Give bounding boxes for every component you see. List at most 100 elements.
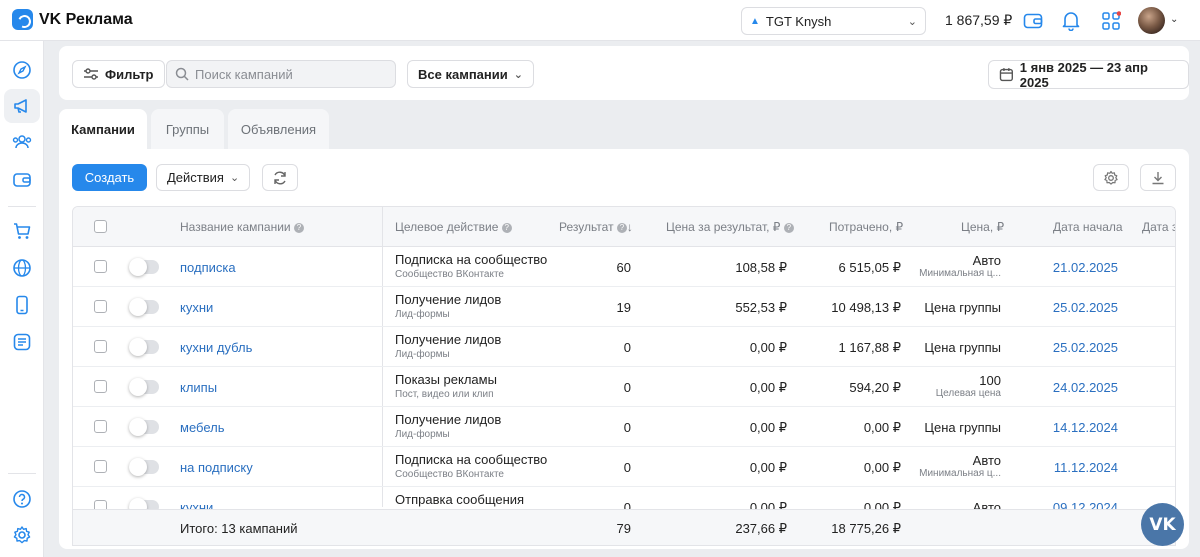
spent-value: 0,00 ₽ [863, 420, 901, 435]
megaphone-icon[interactable] [4, 89, 40, 123]
sidebar [0, 41, 44, 557]
search-box[interactable] [166, 60, 396, 88]
chevron-down-icon: ⌄ [513, 68, 523, 81]
table-header: Название кампании ? Целевое действие ? Р… [73, 207, 1175, 247]
column-header-target[interactable]: Целевое действие ? [395, 220, 512, 234]
cost-per-result-value: 108,58 ₽ [735, 260, 787, 275]
result-value: 19 [616, 300, 631, 315]
campaign-status-toggle[interactable] [129, 378, 159, 396]
search-input[interactable] [195, 66, 385, 82]
refresh-button[interactable] [262, 164, 298, 191]
target-action: Подписка на сообщество [395, 452, 548, 467]
vk-chat-button[interactable]: VK [1141, 503, 1184, 546]
globe-icon[interactable] [4, 251, 40, 285]
wallet-icon[interactable] [4, 163, 40, 197]
table-row[interactable]: кухни дубль Получение лидов Лид-формы 0 0,00… [73, 327, 1175, 367]
campaign-scope-select[interactable]: Все кампании ⌄ [407, 60, 534, 88]
campaign-status-toggle[interactable] [129, 258, 159, 276]
table-row[interactable]: на подписку Подписка на сообщество Сообщес… [73, 447, 1175, 487]
apps-grid-icon[interactable] [1099, 9, 1123, 33]
row-checkbox[interactable] [94, 460, 107, 473]
gear-icon[interactable] [4, 518, 40, 552]
spent-value: 6 515,05 ₽ [838, 260, 902, 275]
tab-groups[interactable]: Группы [151, 109, 224, 149]
help-icon[interactable] [4, 482, 40, 516]
compass-icon[interactable] [4, 53, 40, 87]
column-header-name[interactable]: Название кампании ? [180, 220, 304, 234]
campaign-name-link[interactable]: кухни [180, 300, 213, 315]
column-header-start-date[interactable]: Дата начала [1053, 220, 1123, 234]
cart-icon[interactable] [4, 214, 40, 248]
row-checkbox[interactable] [94, 300, 107, 313]
logo[interactable]: VK Реклама [12, 9, 133, 30]
start-date-link[interactable]: 25.02.2025 [1053, 300, 1118, 315]
table-row[interactable]: подписка Подписка на сообщество Сообщество… [73, 247, 1175, 287]
tab-campaigns[interactable]: Кампании [59, 109, 147, 149]
lead-forms-icon[interactable] [4, 325, 40, 359]
chevron-down-icon[interactable]: ⌄ [1170, 14, 1178, 25]
filter-bar: Фильтр Все кампании ⌄ 1 янв 2025 — 23 ап… [59, 46, 1189, 100]
start-date-link[interactable]: 24.02.2025 [1053, 380, 1118, 395]
location-pin-icon: ▲ [750, 15, 760, 27]
table-row[interactable]: кухни Получение лидов Лид-формы 19 552,53 ₽ 1… [73, 287, 1175, 327]
campaign-name-link[interactable]: подписка [180, 260, 236, 275]
campaign-status-toggle[interactable] [129, 338, 159, 356]
campaign-name-link[interactable]: клипы [180, 380, 217, 395]
help-icon[interactable]: ? [616, 223, 627, 233]
audience-icon[interactable] [4, 125, 40, 159]
campaigns-table: Название кампании ? Целевое действие ? Р… [72, 206, 1176, 546]
row-checkbox[interactable] [94, 340, 107, 353]
target-action-subtitle: Лид-формы [395, 429, 450, 440]
help-icon[interactable]: ? [293, 223, 304, 233]
column-header-label: Цена за результат, ₽ [666, 220, 781, 234]
table-row[interactable]: мебель Получение лидов Лид-формы 0 0,00 ₽ 0,0… [73, 407, 1175, 447]
avatar[interactable] [1138, 7, 1165, 34]
mobile-app-icon[interactable] [4, 288, 40, 322]
create-button[interactable]: Создать [72, 164, 147, 191]
balance-amount[interactable]: 1 867,59 ₽ [945, 12, 1012, 29]
column-header-price[interactable]: Цена, ₽ [961, 220, 1004, 234]
start-date-link[interactable]: 25.02.2025 [1053, 340, 1118, 355]
campaign-name-link[interactable]: мебель [180, 420, 224, 435]
campaign-status-toggle[interactable] [129, 298, 159, 316]
help-icon[interactable]: ? [501, 223, 512, 233]
help-icon[interactable]: ? [783, 223, 794, 233]
tab-label: Кампании [71, 121, 135, 137]
actions-dropdown[interactable]: Действия ⌄ [156, 164, 251, 191]
column-header-end-date[interactable]: Дата з [1142, 220, 1175, 234]
start-date-link[interactable]: 14.12.2024 [1053, 420, 1118, 435]
bell-icon[interactable] [1059, 9, 1083, 33]
account-name: TGT Knysh [765, 13, 832, 29]
campaign-name-link[interactable]: на подписку [180, 460, 253, 475]
row-checkbox[interactable] [94, 380, 107, 393]
download-button[interactable] [1140, 164, 1176, 191]
campaign-name-link[interactable]: кухни дубль [180, 340, 252, 355]
date-range-picker[interactable]: 1 янв 2025 — 23 апр 2025 [988, 60, 1189, 90]
sidebar-divider [8, 473, 36, 474]
wallet-icon[interactable] [1021, 9, 1045, 33]
spent-value: 1 167,88 ₽ [838, 340, 902, 355]
target-action-subtitle: Пост, видео или клип [395, 389, 494, 400]
vk-ads-logo-icon [12, 9, 33, 30]
row-checkbox[interactable] [94, 420, 107, 433]
account-select[interactable]: ▲ TGT Knysh ⌄ [741, 7, 926, 35]
tab-ads[interactable]: Объявления [228, 109, 329, 149]
campaign-status-toggle[interactable] [129, 458, 159, 476]
table-settings-button[interactable] [1093, 164, 1129, 191]
target-action-subtitle: Лид-формы [395, 309, 450, 320]
target-action: Получение лидов [395, 292, 502, 307]
start-date-link[interactable]: 21.02.2025 [1053, 260, 1118, 275]
select-all-checkbox[interactable] [94, 220, 107, 233]
row-checkbox[interactable] [94, 260, 107, 273]
campaigns-panel: Создать Действия ⌄ Название кампании ? Ц… [59, 149, 1189, 549]
price-subtitle: Минимальная ц... [919, 468, 1001, 479]
column-header-spent[interactable]: Потрачено, ₽ [829, 220, 903, 234]
filter-button[interactable]: Фильтр [72, 60, 165, 88]
gear-icon [1104, 170, 1118, 185]
campaign-status-toggle[interactable] [129, 418, 159, 436]
column-header-cost-per-result[interactable]: Цена за результат, ₽ ? [666, 220, 794, 234]
table-row[interactable]: клипы Показы рекламы Пост, видео или клип 0… [73, 367, 1175, 407]
total-result: 79 [616, 521, 631, 536]
column-header-result[interactable]: Результат ? ↓ [559, 220, 633, 234]
start-date-link[interactable]: 11.12.2024 [1054, 460, 1118, 475]
